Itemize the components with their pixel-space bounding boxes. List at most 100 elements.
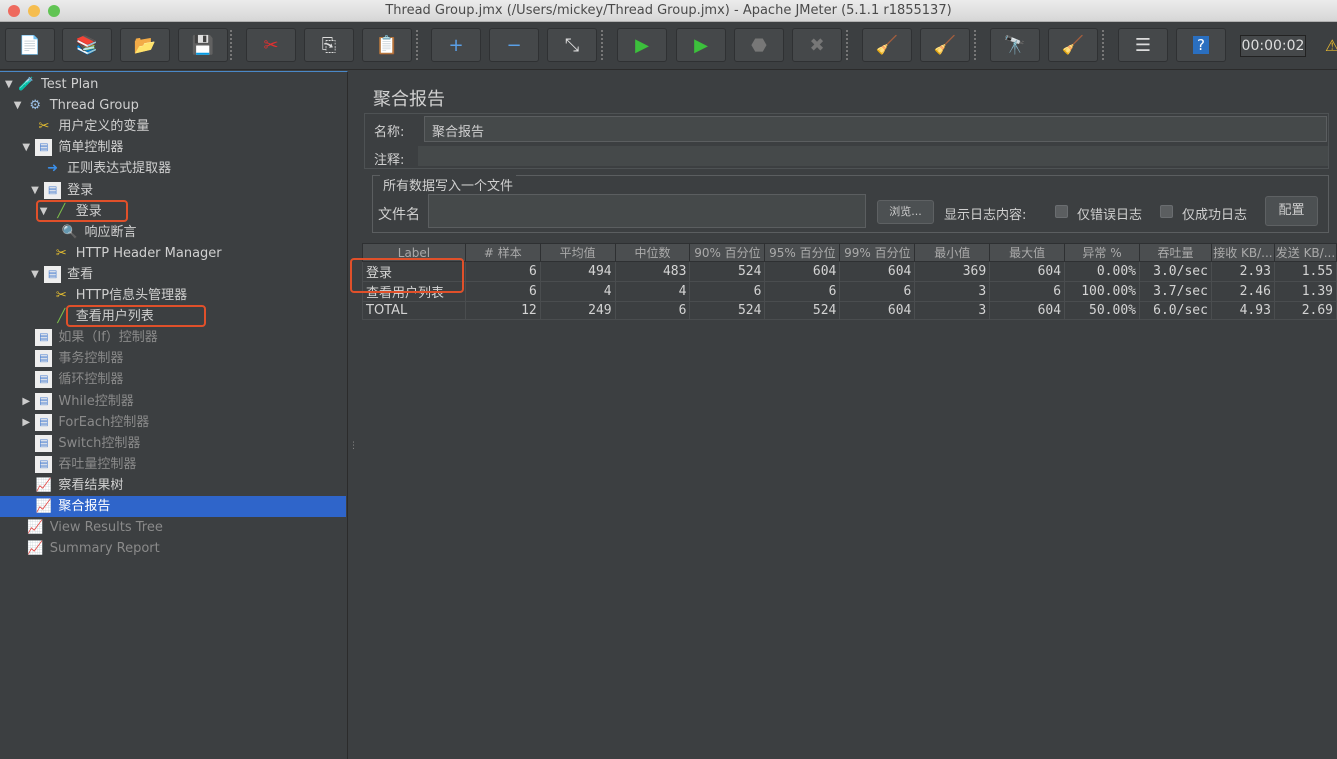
name-input[interactable]: 聚合报告 bbox=[424, 116, 1327, 142]
table-cell: 3 bbox=[914, 301, 991, 320]
minimize-window-button[interactable] bbox=[28, 5, 40, 17]
tree-node[interactable]: ▼ ▤ 简单控制器 bbox=[0, 137, 346, 158]
tree-node-label: Summary Report bbox=[49, 541, 160, 557]
column-header[interactable]: 接收 KB/... bbox=[1210, 243, 1275, 262]
warning-icon[interactable]: ⚠ bbox=[1325, 36, 1337, 55]
clear-all-button[interactable]: 🧹 bbox=[920, 28, 970, 62]
expand-arrow-icon[interactable]: ▼ bbox=[22, 137, 30, 158]
save-button[interactable]: 💾 bbox=[178, 28, 228, 62]
table-row[interactable]: TOTAL 12 249 6 524 524 604 3 604 50.00% 6.0/sec 4.9… bbox=[362, 301, 1337, 320]
expand-arrow-icon[interactable]: ▼ bbox=[5, 74, 13, 95]
toolbar-separator bbox=[601, 30, 603, 60]
tree-node[interactable]: ▤ 吞吐量控制器 bbox=[0, 454, 346, 475]
tree-node[interactable]: 📈 聚合报告 bbox=[0, 496, 346, 517]
start-icon: ▶ bbox=[635, 34, 649, 56]
open-button[interactable]: 📂 bbox=[120, 28, 170, 62]
table-cell: 6 bbox=[839, 281, 916, 302]
table-row[interactable]: 查看用户列表 6 4 4 6 6 6 3 6 100.00% 3.7/sec 2.46 1.39 bbox=[362, 281, 1337, 302]
success-only-checkbox[interactable] bbox=[1160, 205, 1173, 218]
zoom-window-button[interactable] bbox=[48, 5, 60, 17]
collapse-arrow-icon[interactable]: ▶ bbox=[22, 391, 30, 412]
tree-node[interactable]: 📈 察看结果树 bbox=[0, 475, 346, 496]
column-header[interactable]: 最小值 bbox=[914, 243, 991, 262]
name-label: 名称: bbox=[374, 125, 405, 140]
help-button[interactable]: ? bbox=[1176, 28, 1226, 62]
tree-node[interactable]: ▶ ▤ While控制器 bbox=[0, 391, 346, 412]
collapse-arrow-icon[interactable]: ▶ bbox=[22, 412, 30, 433]
controller-icon: ▤ bbox=[35, 329, 53, 347]
column-header[interactable]: 发送 KB/... bbox=[1273, 243, 1337, 262]
tree-node[interactable]: ▤ 循环控制器 bbox=[0, 369, 346, 390]
column-header[interactable]: 90% 百分位 bbox=[689, 243, 766, 262]
search-button[interactable]: 🔭 bbox=[990, 28, 1040, 62]
column-header[interactable]: # 样本 bbox=[464, 243, 541, 262]
clear-button[interactable]: 🧹 bbox=[862, 28, 912, 62]
column-header[interactable]: 吞吐量 bbox=[1138, 243, 1212, 262]
table-cell: 6 bbox=[989, 281, 1066, 302]
table-cell: 6 bbox=[614, 301, 691, 320]
expand-arrow-icon[interactable]: ▼ bbox=[14, 95, 22, 116]
split-pane-divider[interactable]: ⋮ bbox=[348, 71, 358, 759]
comment-input[interactable] bbox=[418, 146, 1328, 166]
function-helper-button[interactable]: ☰ bbox=[1118, 28, 1168, 62]
controller-icon: ▤ bbox=[35, 371, 53, 389]
table-cell: 0.00% bbox=[1064, 261, 1140, 282]
tree-node-label: 吞吐量控制器 bbox=[58, 456, 137, 472]
column-header[interactable]: 异常 % bbox=[1064, 243, 1140, 262]
expand-button[interactable]: + bbox=[431, 28, 481, 62]
configure-button[interactable]: 配置 bbox=[1265, 196, 1318, 226]
expand-arrow-icon[interactable]: ▼ bbox=[31, 264, 39, 285]
tree-node[interactable]: 📈 View Results Tree bbox=[0, 517, 346, 538]
cut-icon: ✂ bbox=[263, 34, 279, 56]
tree-node[interactable]: 📈 Summary Report bbox=[0, 538, 346, 559]
collapse-button[interactable]: − bbox=[489, 28, 539, 62]
tree-node[interactable]: ▤ 如果（If）控制器 bbox=[0, 327, 346, 348]
paste-button[interactable]: 📋 bbox=[362, 28, 412, 62]
tree-node[interactable]: ▶ ▤ ForEach控制器 bbox=[0, 412, 346, 433]
listener-chart-icon: 📈 bbox=[27, 520, 44, 536]
column-header[interactable]: 最大值 bbox=[989, 243, 1066, 262]
tree-node[interactable]: ✂ 用户定义的变量 bbox=[0, 116, 346, 137]
table-cell: 100.00% bbox=[1064, 281, 1140, 302]
expand-arrow-icon[interactable]: ▼ bbox=[31, 180, 39, 201]
tree-node[interactable]: ▼ ⚙ Thread Group bbox=[0, 95, 346, 116]
table-row[interactable]: 登录 6 494 483 524 604 604 369 604 0.00% 3.0/sec 2.93… bbox=[362, 261, 1337, 282]
column-header[interactable]: 中位数 bbox=[614, 243, 691, 262]
shutdown-button[interactable]: ✖ bbox=[792, 28, 842, 62]
tree-node[interactable]: ✂ HTTP信息头管理器 bbox=[0, 285, 346, 306]
tree-node[interactable]: ✂ HTTP Header Manager bbox=[0, 243, 346, 264]
column-header[interactable]: 95% 百分位 bbox=[764, 243, 841, 262]
tree-node[interactable]: ▤ Switch控制器 bbox=[0, 433, 346, 454]
column-header[interactable]: 平均值 bbox=[539, 243, 616, 262]
tree-node[interactable]: ▼ 🧪 Test Plan bbox=[0, 74, 346, 95]
tree-node-label: 简单控制器 bbox=[58, 140, 124, 156]
reset-search-icon: 🧹 bbox=[1061, 34, 1085, 56]
close-window-button[interactable] bbox=[8, 5, 20, 17]
browse-button[interactable]: 浏览... bbox=[877, 200, 934, 224]
start-no-pause-icon: ▶ bbox=[694, 34, 708, 56]
table-cell: 1.55 bbox=[1273, 261, 1337, 282]
stop-button[interactable]: ⬣ bbox=[734, 28, 784, 62]
errors-only-checkbox[interactable] bbox=[1055, 205, 1068, 218]
new-icon: 📄 bbox=[18, 34, 42, 56]
tree-node[interactable]: ▼ ▤ 登录 bbox=[0, 180, 346, 201]
tree-node[interactable]: ➜ 正则表达式提取器 bbox=[0, 158, 346, 179]
toggle-button[interactable]: ⤡ bbox=[547, 28, 597, 62]
new-button[interactable]: 📄 bbox=[5, 28, 55, 62]
cut-button[interactable]: ✂ bbox=[246, 28, 296, 62]
filename-input[interactable] bbox=[428, 194, 866, 228]
collapse-icon: − bbox=[506, 34, 522, 56]
reset-search-button[interactable]: 🧹 bbox=[1048, 28, 1098, 62]
tree-node[interactable]: 🔍 响应断言 bbox=[0, 222, 346, 243]
table-cell: 1.39 bbox=[1273, 281, 1337, 302]
listener-chart-icon: 📈 bbox=[35, 477, 52, 493]
column-header[interactable]: 99% 百分位 bbox=[839, 243, 916, 262]
table-cell: 369 bbox=[914, 261, 991, 282]
tree-node[interactable]: ▤ 事务控制器 bbox=[0, 348, 346, 369]
highlight-box-table-labels bbox=[350, 258, 464, 293]
start-button[interactable]: ▶ bbox=[617, 28, 667, 62]
templates-button[interactable]: 📚 bbox=[62, 28, 112, 62]
start-no-pause-button[interactable]: ▶ bbox=[676, 28, 726, 62]
tree-node[interactable]: ▼ ▤ 查看 bbox=[0, 264, 346, 285]
copy-button[interactable]: ⎘ bbox=[304, 28, 354, 62]
